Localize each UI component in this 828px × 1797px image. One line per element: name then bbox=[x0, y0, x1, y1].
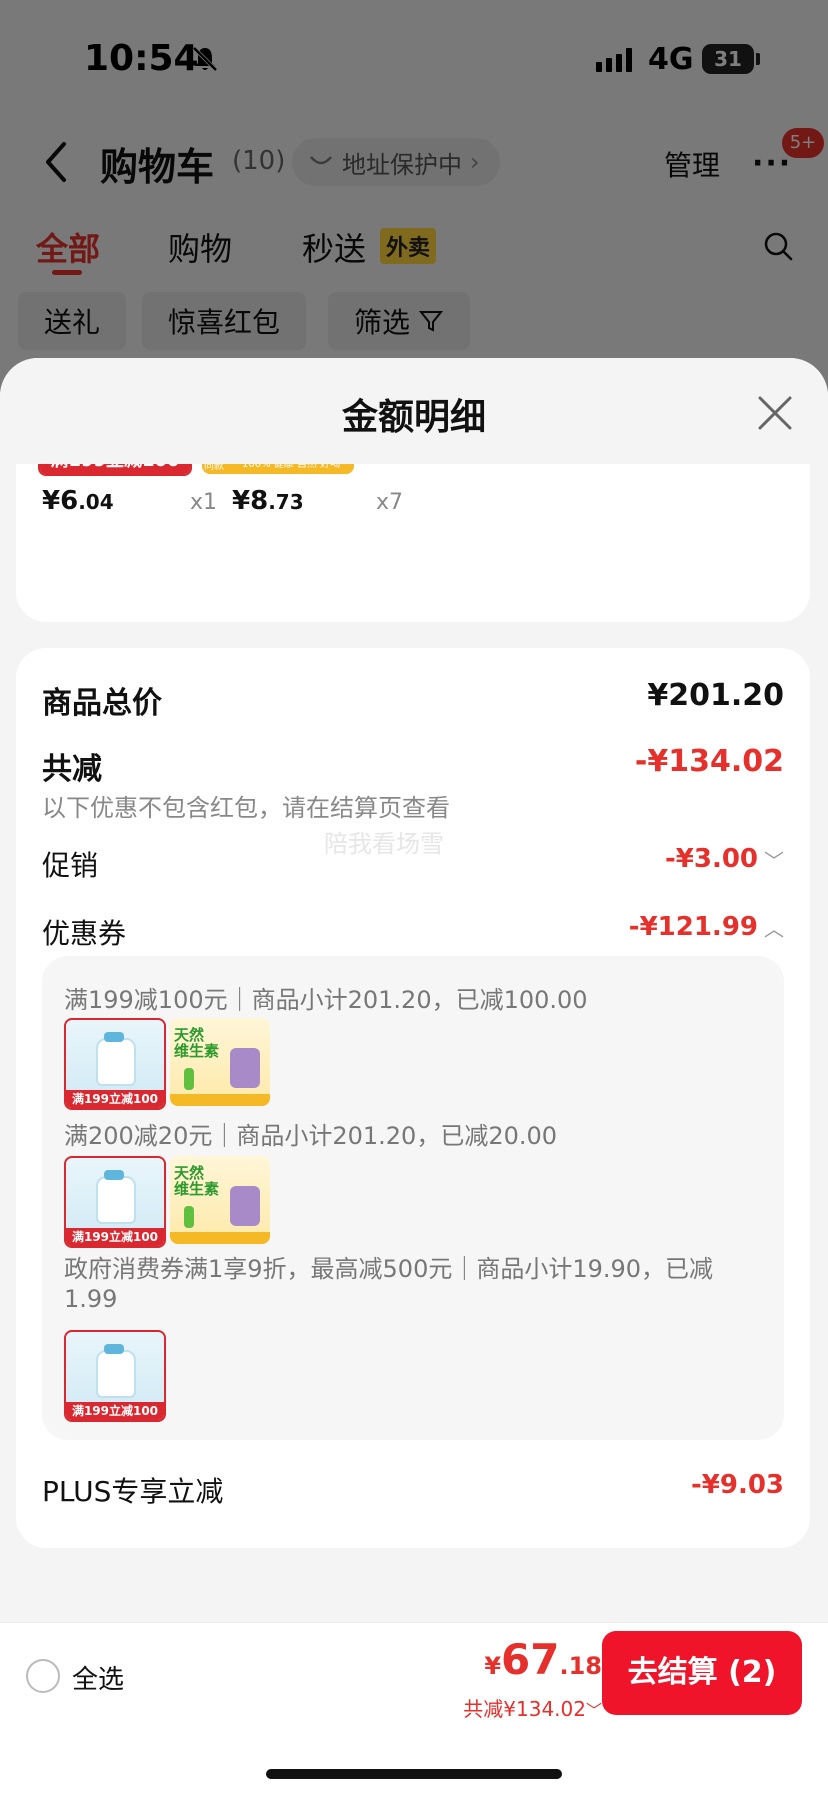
total-discount-value: -¥134.02 bbox=[634, 744, 784, 779]
product-thumb[interactable]: 满199立减100 bbox=[64, 1018, 166, 1110]
product-thumb[interactable]: 满199立减100 bbox=[64, 1330, 166, 1422]
coupon-line-part2: 1.99 bbox=[64, 1285, 118, 1313]
checkout-button[interactable]: 去结算 (2) bbox=[602, 1631, 802, 1715]
item-price-dec: .73 bbox=[268, 490, 304, 514]
sheet-header: 金额明细 bbox=[0, 358, 828, 464]
total-int: 67 bbox=[501, 1635, 560, 1684]
total-discount-label: 共减 bbox=[42, 752, 102, 787]
thumb-ribbon: 满199立减100 bbox=[66, 1402, 164, 1420]
home-indicator bbox=[266, 1769, 562, 1779]
amount-breakdown-card: 商品总价 ¥201.20 共减 -¥134.02 以下优惠不包含红包，请在结算页… bbox=[16, 648, 810, 1548]
select-all-label[interactable]: 全选 bbox=[72, 1659, 124, 1696]
product-thumb[interactable]: 满199立减100 bbox=[64, 1156, 166, 1248]
promo-toggle[interactable]: -¥3.00 ﹀ bbox=[665, 844, 784, 874]
item-price: ¥8.73 bbox=[232, 486, 304, 516]
coupon-label: 优惠券 bbox=[42, 917, 127, 950]
thumb-vit-line2: 维生素 bbox=[174, 1179, 220, 1198]
item-price-int: ¥6 bbox=[42, 486, 79, 516]
item-qty: x1 bbox=[190, 490, 218, 515]
saved-amount[interactable]: 共减¥134.02﹀ bbox=[463, 1693, 602, 1722]
watermark-text: 陪我看场雪 bbox=[324, 830, 444, 858]
item-qty: x7 bbox=[376, 490, 404, 515]
saved-amount-text: 共减¥134.02 bbox=[463, 1697, 586, 1721]
product-thumb[interactable]: 天然 维生素 bbox=[170, 1156, 270, 1244]
select-all-radio[interactable] bbox=[26, 1659, 60, 1693]
amount-detail-sheet: 满199立减100 孟子义同款 100%·健康·自然·好喝 ¥6.04 x1 ¥… bbox=[0, 358, 828, 1796]
plus-discount-label: PLUS专享立减 bbox=[42, 1475, 224, 1508]
discount-note: 以下优惠不包含红包，请在结算页查看 bbox=[42, 794, 450, 822]
plus-discount-value: -¥9.03 bbox=[690, 1470, 784, 1500]
checkout-bar: 全选 ¥67.18 共减¥134.02﹀ 去结算 (2) bbox=[0, 1622, 828, 1797]
thumb-vit-line2: 维生素 bbox=[174, 1041, 220, 1060]
total-price: ¥67.18 bbox=[484, 1635, 602, 1684]
item-price-int: ¥8 bbox=[232, 486, 269, 516]
chevron-down-icon: ﹀ bbox=[764, 848, 784, 873]
item-price: ¥6.04 bbox=[42, 486, 114, 516]
coupon-line-multi: 政府消费券满1享9折，最高减500元｜商品小计19.90，已减 1.99 bbox=[64, 1254, 764, 1314]
thumb-ribbon: 满199立减100 bbox=[66, 1228, 164, 1246]
coupon-line-part1: 政府消费券满1享9折，最高减500元｜商品小计19.90，已减 bbox=[64, 1255, 714, 1283]
total-dec: .18 bbox=[559, 1652, 602, 1680]
coupon-toggle[interactable]: -¥121.99 ︿ bbox=[629, 912, 784, 942]
total-yen: ¥ bbox=[484, 1652, 502, 1680]
chevron-up-icon: ︿ bbox=[764, 916, 784, 941]
promo-value: -¥3.00 bbox=[664, 844, 758, 874]
goods-total-label: 商品总价 bbox=[42, 686, 162, 721]
goods-total-value: ¥201.20 bbox=[647, 678, 784, 713]
product-thumb[interactable]: 天然 维生素 bbox=[170, 1018, 270, 1106]
coupon-line: 满200减20元｜商品小计201.20，已减20.00 bbox=[64, 1122, 558, 1150]
item-price-dec: .04 bbox=[78, 490, 114, 514]
close-icon[interactable] bbox=[756, 394, 794, 432]
thumb-ribbon: 满199立减100 bbox=[66, 1090, 164, 1108]
sheet-title: 金额明细 bbox=[341, 397, 486, 438]
chevron-down-icon: ﹀ bbox=[585, 1701, 602, 1720]
coupon-line: 满199减100元｜商品小计201.20，已减100.00 bbox=[64, 986, 588, 1014]
overlay-dim[interactable] bbox=[0, 0, 828, 400]
promo-label: 促销 bbox=[42, 849, 99, 882]
coupon-detail-box: 满199减100元｜商品小计201.20，已减100.00 满199立减100 … bbox=[42, 956, 784, 1440]
coupon-value: -¥121.99 bbox=[628, 912, 758, 942]
